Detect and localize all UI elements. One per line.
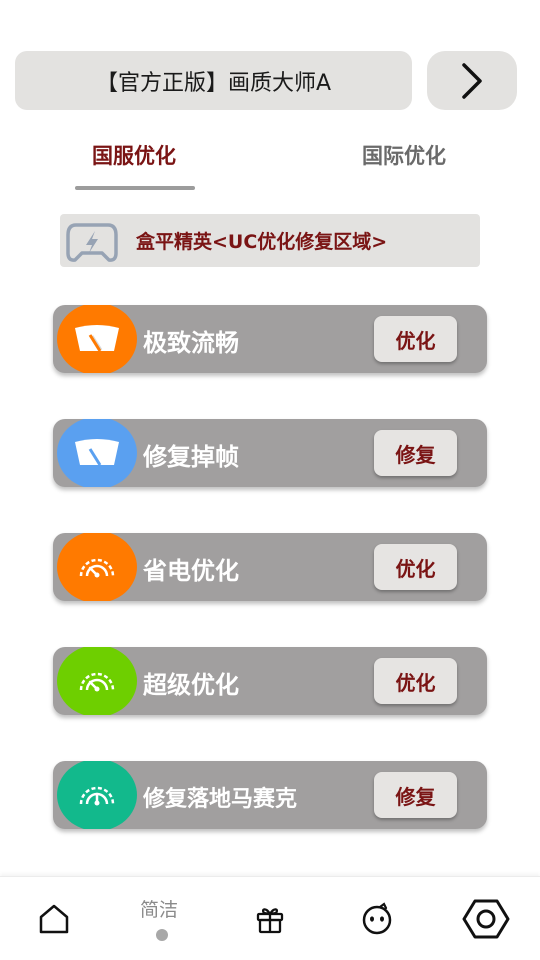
card-fix-mosaic: 修复落地马赛克 修复 xyxy=(53,761,487,829)
home-icon xyxy=(39,904,69,934)
nav-active-dot xyxy=(156,929,168,941)
nav-home[interactable] xyxy=(24,877,84,960)
nav-simple-label[interactable]: 简洁 xyxy=(140,895,178,922)
nav-gift[interactable] xyxy=(240,877,300,960)
card-icon-bg xyxy=(57,533,137,601)
fix-button[interactable]: 修复 xyxy=(374,430,457,476)
card-label: 修复落地马赛克 xyxy=(143,787,298,812)
card-icon-bg xyxy=(57,305,137,373)
face-icon xyxy=(362,902,392,935)
gauge-icon xyxy=(79,786,115,806)
notice-text: 盒平精英<UC优化修复区域> xyxy=(136,231,388,253)
tab-cn-optimize[interactable]: 国服优化 xyxy=(92,140,176,170)
card-super-optimize: 超级优化 优化 xyxy=(53,647,487,715)
app-title-bar: 【官方正版】画质大师A xyxy=(15,51,412,110)
gauge-icon xyxy=(79,672,115,692)
active-tab-indicator xyxy=(75,186,195,190)
settings-icon xyxy=(462,899,510,939)
bottom-nav: 简洁 xyxy=(0,876,540,960)
optimize-button[interactable]: 优化 xyxy=(374,658,457,704)
card-label: 省电优化 xyxy=(143,557,239,585)
card-icon-bg xyxy=(57,647,137,715)
gamepad-icon xyxy=(66,223,118,262)
speedometer-icon xyxy=(75,439,119,466)
card-label: 修复掉帧 xyxy=(143,443,239,471)
speedometer-icon xyxy=(75,325,119,352)
card-smooth: 极致流畅 优化 xyxy=(53,305,487,373)
optimize-button[interactable]: 优化 xyxy=(374,544,457,590)
fix-button[interactable]: 修复 xyxy=(374,772,457,818)
nav-settings[interactable] xyxy=(456,877,516,960)
card-fix-frame-drop: 修复掉帧 修复 xyxy=(53,419,487,487)
next-button[interactable] xyxy=(427,51,517,110)
card-power-saving: 省电优化 优化 xyxy=(53,533,487,601)
tab-intl-optimize[interactable]: 国际优化 xyxy=(362,140,446,170)
optimize-button[interactable]: 优化 xyxy=(374,316,457,362)
gauge-icon xyxy=(79,558,115,578)
nav-face[interactable] xyxy=(347,877,407,960)
card-label: 极致流畅 xyxy=(143,329,239,357)
card-icon-bg xyxy=(57,419,137,487)
card-label: 超级优化 xyxy=(143,671,239,699)
card-icon-bg xyxy=(57,761,137,829)
chevron-right-icon xyxy=(462,62,482,99)
game-notice-banner: 盒平精英<UC优化修复区域> xyxy=(60,214,480,267)
app-title: 【官方正版】画质大师A xyxy=(95,70,332,96)
gift-icon xyxy=(256,908,284,934)
